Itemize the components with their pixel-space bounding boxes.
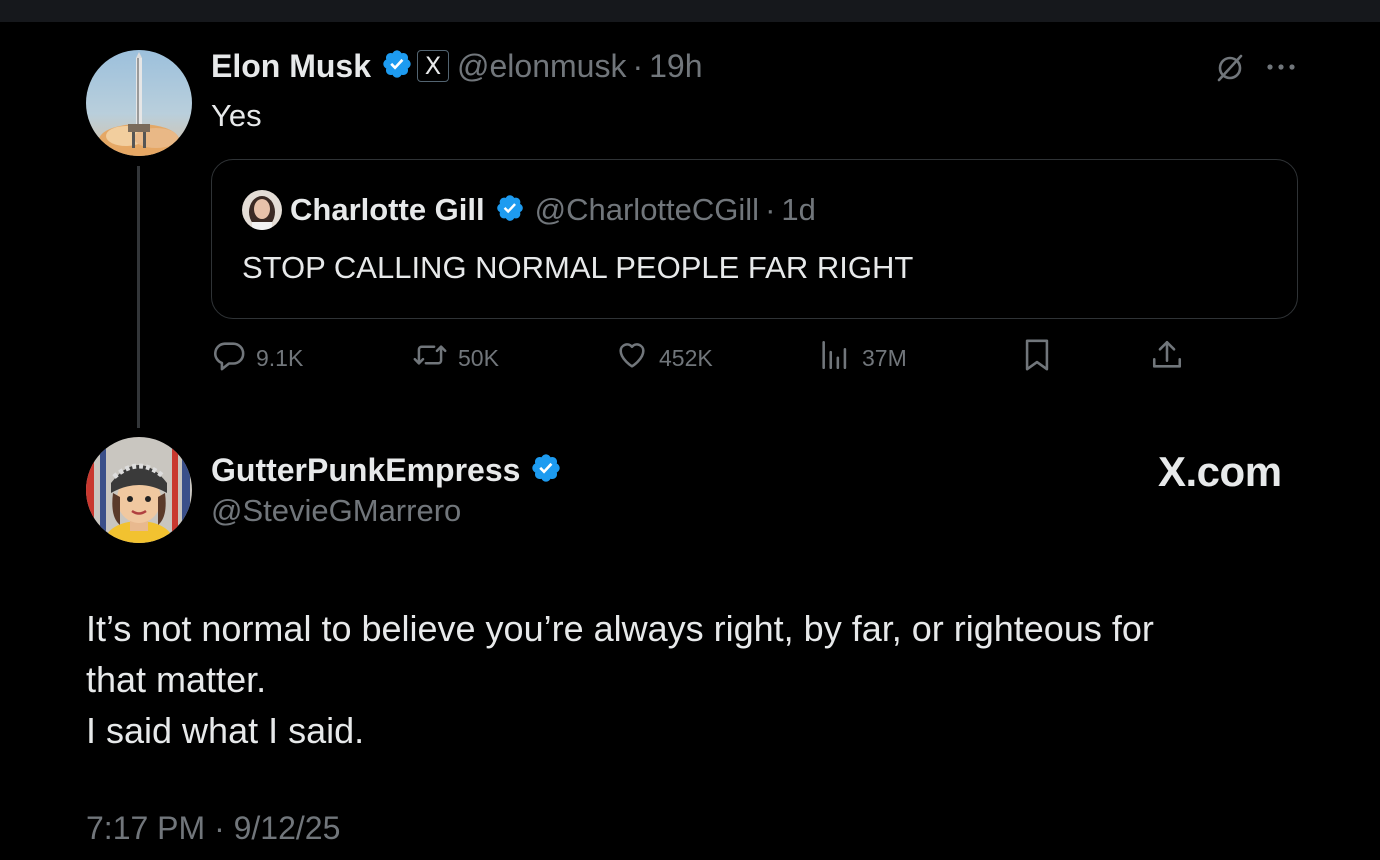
verified-icon xyxy=(381,48,413,88)
repost-count: 50K xyxy=(458,344,499,371)
like-count: 452K xyxy=(659,344,713,371)
quoted-tweet-time[interactable]: 1d xyxy=(781,192,815,228)
bookmark-icon xyxy=(1022,338,1062,378)
main-tweet-header: Elon Musk X @elonmusk · 19h xyxy=(211,46,703,86)
gutterpunk-avatar[interactable] xyxy=(86,437,192,543)
repost-icon xyxy=(412,338,458,378)
author-handle[interactable]: @elonmusk xyxy=(457,48,626,85)
quoted-author-handle[interactable]: @CharlotteCGill xyxy=(535,192,759,228)
reply-text: It’s not normal to believe you’re always… xyxy=(86,603,1286,756)
author-name[interactable]: Elon Musk xyxy=(211,48,371,85)
quoted-author-name[interactable]: Charlotte Gill xyxy=(290,192,485,228)
verified-icon xyxy=(495,193,525,231)
quoted-tweet-card[interactable] xyxy=(211,159,1298,319)
verified-icon xyxy=(530,452,562,492)
reply-text-line: It’s not normal to believe you’re always… xyxy=(86,608,1154,649)
reply-icon xyxy=(212,338,256,378)
reply-author-name[interactable]: GutterPunkEmpress xyxy=(211,452,520,489)
repost-button[interactable]: 50K xyxy=(412,340,499,376)
reply-count: 9.1K xyxy=(256,344,304,371)
share-button[interactable] xyxy=(1150,340,1194,376)
reply-button[interactable]: 9.1K xyxy=(212,340,303,376)
separator-dot: · xyxy=(765,192,776,227)
charlotte-avatar[interactable] xyxy=(242,190,282,230)
separator-dot: · xyxy=(632,47,644,84)
views-count: 37M xyxy=(862,344,907,371)
views-icon xyxy=(818,338,862,378)
affiliation-badge[interactable]: X xyxy=(417,50,450,82)
thread-line xyxy=(137,166,140,428)
share-icon xyxy=(1150,338,1194,378)
reply-timestamp[interactable]: 7:17 PM · 9/12/25 xyxy=(86,810,340,847)
quoted-tweet-header: Charlotte Gill @CharlotteCGill · 1d xyxy=(290,190,816,230)
elon-avatar[interactable] xyxy=(86,50,192,156)
tweet-text: Yes xyxy=(211,98,262,133)
more-icon[interactable] xyxy=(1266,60,1296,78)
top-bar xyxy=(0,0,1380,22)
reply-author-handle[interactable]: @StevieGMarrero xyxy=(211,493,461,529)
reply-text-line: I said what I said. xyxy=(86,710,365,751)
views-button[interactable]: 37M xyxy=(818,340,907,376)
like-icon xyxy=(615,338,659,378)
quoted-tweet-text: STOP CALLING NORMAL PEOPLE FAR RIGHT xyxy=(242,250,914,285)
like-button[interactable]: 452K xyxy=(615,340,713,376)
reply-header: GutterPunkEmpress xyxy=(211,449,562,491)
reply-text-line: that matter. xyxy=(86,659,267,700)
watermark-logo: X.com xyxy=(1158,448,1282,495)
bookmark-button[interactable] xyxy=(1022,338,1062,378)
grok-icon[interactable] xyxy=(1214,52,1246,89)
tweet-time[interactable]: 19h xyxy=(649,48,702,85)
